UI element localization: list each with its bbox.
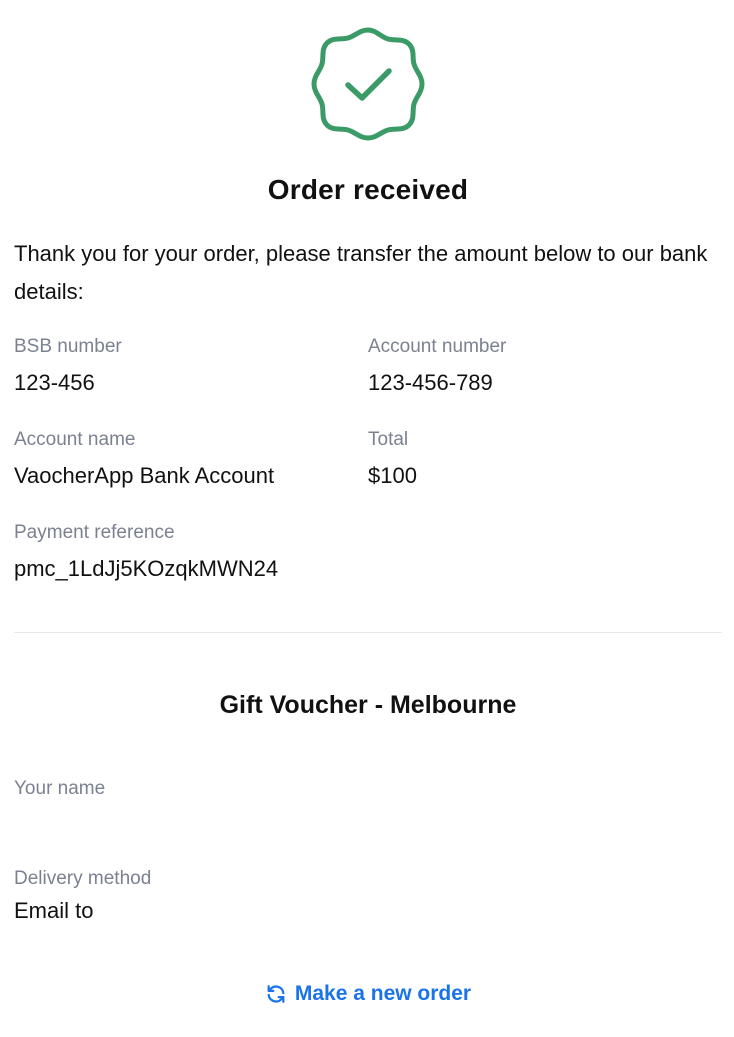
delivery-method-field: Delivery method Email to (14, 867, 514, 925)
bsb-value: 123-456 (14, 370, 95, 395)
account-name-value: VaocherApp Bank Account (14, 463, 275, 488)
account-number-value: 123-456-789 (368, 370, 493, 395)
refresh-icon (265, 983, 287, 1005)
delivery-method-label: Delivery method (14, 868, 152, 889)
your-name-field: Your name (14, 777, 514, 811)
bsb-label: BSB number (14, 336, 122, 357)
payment-reference-label: Payment reference (14, 522, 175, 543)
voucher-title: Gift Voucher - Melbourne (219, 691, 517, 719)
total-label: Total (368, 429, 409, 450)
intro-text: Thank you for your order, please transfe… (14, 241, 708, 304)
total-value: $100 (368, 463, 417, 488)
payment-reference-field: Payment reference pmc_1LdJj5KOzqkMWN24 (14, 521, 514, 583)
order-confirmation-page: Order received Thank you for your order,… (14, 0, 722, 1037)
account-number-field: Account number 123-456-789 (368, 335, 722, 397)
bsb-field: BSB number 123-456 (14, 335, 354, 397)
payment-reference-value: pmc_1LdJj5KOzqkMWN24 (14, 556, 279, 581)
make-new-order-link[interactable]: Make a new order (14, 980, 722, 1008)
check-badge-icon (310, 26, 426, 142)
your-name-label: Your name (14, 778, 106, 799)
total-field: Total $100 (368, 428, 722, 490)
account-name-label: Account name (14, 429, 136, 450)
account-name-field: Account name VaocherApp Bank Account (14, 428, 354, 490)
account-number-label: Account number (368, 336, 507, 357)
make-new-order-label: Make a new order (294, 982, 472, 1005)
section-divider (14, 632, 722, 633)
delivery-method-value: Email to (14, 898, 94, 923)
page-title: Order received (267, 174, 469, 205)
